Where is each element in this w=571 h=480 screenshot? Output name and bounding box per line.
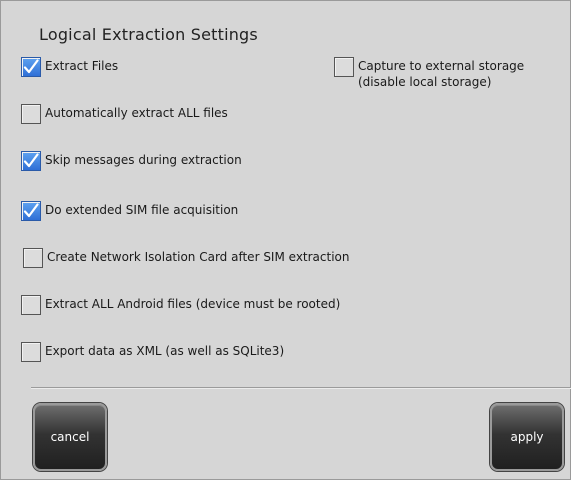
option-label: Capture to external storage (disable loc…	[358, 59, 525, 89]
settings-panel: Logical Extraction Settings Extract File…	[0, 0, 571, 480]
divider	[31, 387, 571, 389]
cancel-button[interactable]: cancel	[33, 403, 107, 471]
checkbox[interactable]	[21, 57, 41, 77]
checkbox[interactable]	[21, 104, 41, 124]
option-extract-files[interactable]: Extract Files	[21, 57, 118, 77]
option-label: Automatically extract ALL files	[45, 106, 228, 120]
panel-title: Logical Extraction Settings	[39, 25, 258, 44]
option-label: Export data as XML (as well as SQLite3)	[45, 344, 285, 358]
option-network-isolation-card[interactable]: Create Network Isolation Card after SIM …	[23, 248, 350, 268]
checkbox[interactable]	[21, 151, 41, 171]
option-skip-messages[interactable]: Skip messages during extraction	[21, 151, 242, 171]
option-capture-external-storage[interactable]: Capture to external storage (disable loc…	[334, 57, 524, 90]
checkbox[interactable]	[334, 57, 354, 77]
checkmark-icon	[23, 59, 39, 74]
checkbox[interactable]	[21, 201, 41, 221]
option-label: Do extended SIM file acquisition	[45, 203, 239, 217]
option-label: Skip messages during extraction	[45, 153, 242, 167]
apply-button[interactable]: apply	[490, 403, 564, 471]
option-label: Create Network Isolation Card after SIM …	[47, 250, 350, 264]
option-extended-sim[interactable]: Do extended SIM file acquisition	[21, 201, 238, 221]
option-auto-extract-all[interactable]: Automatically extract ALL files	[21, 104, 228, 124]
checkmark-icon	[23, 203, 39, 218]
option-export-xml[interactable]: Export data as XML (as well as SQLite3)	[21, 342, 284, 362]
checkmark-icon	[23, 153, 39, 168]
checkbox[interactable]	[21, 295, 41, 315]
option-extract-android[interactable]: Extract ALL Android files (device must b…	[21, 295, 340, 315]
checkbox[interactable]	[21, 342, 41, 362]
option-label: Extract ALL Android files (device must b…	[45, 297, 341, 311]
option-label: Extract Files	[45, 59, 119, 73]
checkbox[interactable]	[23, 248, 43, 268]
